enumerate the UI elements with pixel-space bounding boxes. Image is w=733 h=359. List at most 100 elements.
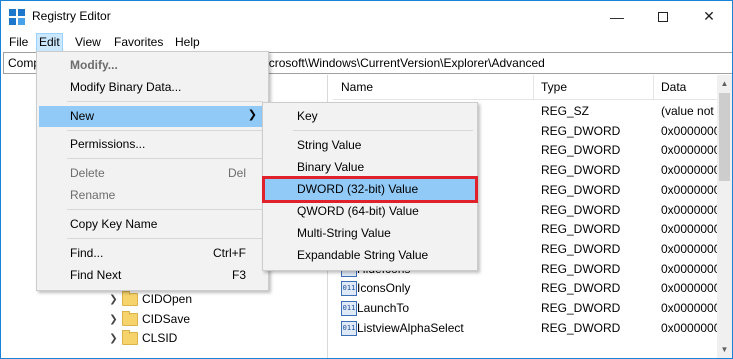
- submenu-item-multi-string-value[interactable]: Multi-String Value: [265, 223, 475, 244]
- value-type-cell: REG_DWORD: [541, 222, 621, 237]
- value-name-cell: LaunchTo: [357, 301, 410, 315]
- menu-item-label: Modify Binary Data...: [70, 80, 182, 94]
- menu-item-label: Modify...: [70, 58, 118, 72]
- dword-value-icon: 011: [341, 281, 357, 297]
- submenu-item-label: Multi-String Value: [297, 226, 391, 240]
- scroll-up-arrow-icon[interactable]: ▲: [717, 75, 732, 92]
- value-type-cell: REG_DWORD: [541, 202, 621, 217]
- menu-help[interactable]: Help: [173, 34, 202, 51]
- column-divider[interactable]: [653, 75, 654, 99]
- menu-bar: File Edit View Favorites Help: [1, 32, 732, 52]
- window-title: Registry Editor: [32, 9, 111, 23]
- expand-chevron-icon[interactable]: ❯: [109, 333, 118, 344]
- menu-item-find[interactable]: Find... Ctrl+F: [39, 243, 266, 264]
- value-data-cell: 0x0000000: [661, 123, 717, 138]
- menu-item-label: Find Next: [70, 268, 122, 282]
- value-type-cell: REG_DWORD: [541, 301, 621, 315]
- submenu-item-binary-value[interactable]: Binary Value: [265, 157, 475, 178]
- value-name-cell: ListviewAlphaSelect: [357, 320, 464, 335]
- submenu-item-key[interactable]: Key: [265, 106, 475, 127]
- submenu-item-label: Expandable String Value: [297, 248, 429, 262]
- value-type-cell: REG_DWORD: [541, 182, 621, 197]
- menu-item-label: New: [70, 109, 95, 123]
- column-header-type[interactable]: Type: [541, 80, 567, 94]
- value-data-cell: 0x0000000: [661, 143, 717, 158]
- scroll-down-arrow-icon[interactable]: ▼: [717, 341, 732, 358]
- folder-icon: [122, 310, 138, 326]
- value-type-cell: REG_DWORD: [541, 261, 621, 276]
- vertical-scrollbar[interactable]: ▲ ▼: [717, 75, 732, 358]
- registry-editor-app-icon: [9, 9, 25, 25]
- menu-file[interactable]: File: [7, 34, 30, 51]
- menu-item-label: Copy Key Name: [70, 217, 158, 231]
- value-type-cell: REG_DWORD: [541, 123, 621, 138]
- submenu-item-qword-value[interactable]: QWORD (64-bit) Value: [265, 201, 475, 222]
- value-type-cell: REG_DWORD: [541, 281, 621, 296]
- menu-favorites[interactable]: Favorites: [112, 34, 165, 51]
- edit-menu-dropdown: Modify... Modify Binary Data... New ❯ Pe…: [36, 51, 269, 291]
- menu-item-modify-binary[interactable]: Modify Binary Data...: [39, 77, 266, 98]
- menu-separator: [67, 101, 263, 102]
- maximize-button[interactable]: [640, 1, 686, 32]
- tree-item-label: CLSID: [142, 331, 178, 345]
- column-header-data[interactable]: Data: [661, 80, 686, 94]
- column-divider[interactable]: [533, 75, 534, 99]
- value-type-cell: REG_DWORD: [541, 241, 621, 256]
- value-data-cell: 0x0000000: [661, 261, 717, 276]
- minimize-button[interactable]: —: [594, 1, 640, 32]
- menu-item-shortcut: Del: [227, 166, 246, 180]
- value-data-cell: 0x0000000: [661, 182, 717, 197]
- value-type-cell: REG_DWORD: [541, 143, 621, 158]
- value-data-cell: 0x0000000: [661, 202, 717, 217]
- submenu-item-label: Binary Value: [297, 160, 365, 174]
- table-row[interactable]: 011 IconsOnly REG_DWORD 0x0000000: [333, 278, 717, 298]
- value-data-cell: 0x0000000: [661, 241, 717, 256]
- dword-value-icon: 011: [341, 301, 357, 316]
- maximize-icon: [658, 11, 668, 22]
- expand-chevron-icon[interactable]: ❯: [109, 314, 118, 325]
- submenu-item-expandable-string-value[interactable]: Expandable String Value: [265, 245, 475, 266]
- menu-edit[interactable]: Edit: [36, 33, 63, 52]
- menu-item-copy-key-name[interactable]: Copy Key Name: [39, 214, 266, 235]
- value-data-cell: 0x0000000: [661, 281, 717, 296]
- submenu-item-label: String Value: [297, 138, 362, 152]
- table-row[interactable]: 011 LaunchTo REG_DWORD 0x0000000: [333, 298, 717, 318]
- tree-item-clsid[interactable]: ❯ CLSID: [109, 328, 177, 348]
- table-row[interactable]: 011 ListviewAlphaSelect REG_DWORD 0x0000000: [333, 318, 717, 338]
- folder-icon: [122, 329, 138, 345]
- registry-editor-window: Registry Editor — ✕ File Edit View Favor…: [0, 0, 733, 359]
- menu-item-modify[interactable]: Modify...: [39, 55, 266, 76]
- list-header: Name Type Data: [333, 75, 717, 100]
- menu-item-label: Delete: [70, 166, 105, 180]
- title-bar[interactable]: Registry Editor — ✕: [1, 1, 732, 32]
- menu-item-rename[interactable]: Rename: [39, 185, 266, 206]
- value-data-cell: 0x0000000: [661, 163, 717, 178]
- column-header-name[interactable]: Name: [341, 80, 373, 94]
- menu-item-find-next[interactable]: Find Next F3: [39, 265, 266, 286]
- submenu-item-dword-value[interactable]: DWORD (32-bit) Value: [262, 176, 478, 203]
- menu-view[interactable]: View: [73, 34, 103, 51]
- value-data-cell: 0x0000000: [661, 320, 717, 335]
- menu-item-new[interactable]: New ❯: [39, 106, 266, 127]
- menu-item-permissions[interactable]: Permissions...: [39, 134, 266, 155]
- menu-item-label: Permissions...: [70, 137, 146, 151]
- value-type-cell: REG_SZ: [541, 104, 590, 118]
- menu-item-label: Find...: [70, 246, 104, 260]
- close-button[interactable]: ✕: [686, 1, 732, 32]
- expand-chevron-icon[interactable]: ❯: [109, 294, 118, 305]
- value-name-cell: IconsOnly: [357, 281, 411, 296]
- menu-item-label: Rename: [70, 188, 116, 202]
- submenu-arrow-icon: ❯: [247, 109, 257, 121]
- scroll-thumb[interactable]: [719, 93, 730, 181]
- menu-item-delete[interactable]: Delete Del: [39, 163, 266, 184]
- value-data-cell: (value not: [661, 104, 714, 118]
- tree-item-cidsave[interactable]: ❯ CIDSave: [109, 309, 190, 329]
- folder-icon: [122, 290, 138, 306]
- tree-item-cidopen[interactable]: ❯ CIDOpen: [109, 289, 192, 309]
- tree-item-label: CIDSave: [142, 312, 191, 326]
- submenu-item-string-value[interactable]: String Value: [265, 135, 475, 156]
- menu-item-shortcut: F3: [231, 268, 246, 282]
- menu-item-shortcut: Ctrl+F: [213, 246, 246, 260]
- tree-item-label: CIDOpen: [142, 292, 193, 306]
- submenu-item-label: QWORD (64-bit) Value: [297, 204, 419, 218]
